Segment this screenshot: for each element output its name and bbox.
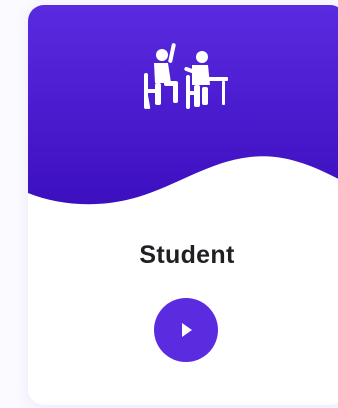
play-icon — [182, 323, 192, 337]
play-button[interactable] — [154, 298, 218, 362]
students-at-desk-icon — [144, 43, 228, 110]
card-title: Student — [139, 241, 235, 269]
student-card[interactable]: Student — [28, 5, 338, 405]
